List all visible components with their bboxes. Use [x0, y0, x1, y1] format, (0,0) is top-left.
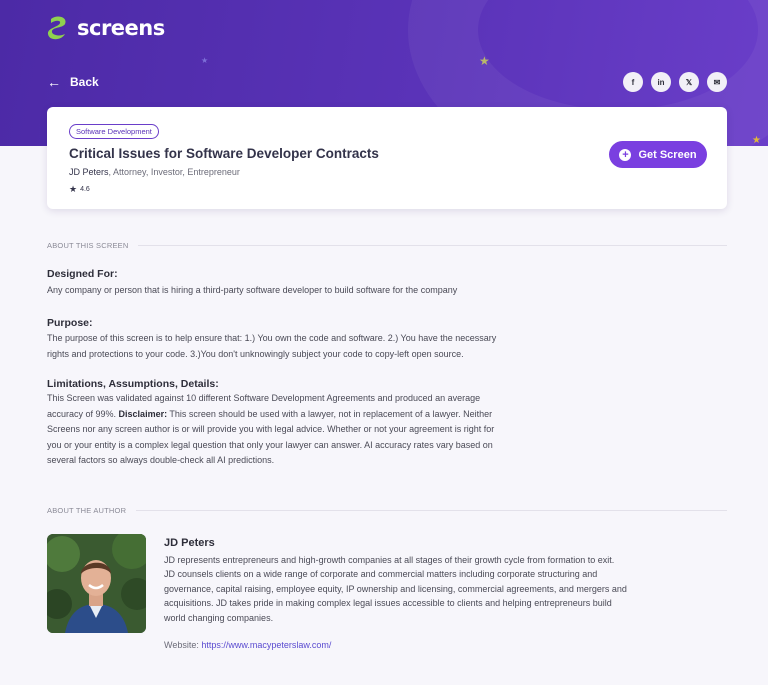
- disclaimer-label: Disclaimer:: [118, 408, 168, 419]
- star-decoration-icon: ★: [752, 135, 761, 146]
- get-screen-button[interactable]: + Get Screen: [609, 141, 707, 168]
- author-avatar: [47, 534, 146, 633]
- brand-name: screens: [77, 16, 165, 40]
- rating: ★ 4.6: [69, 184, 90, 195]
- share-buttons: f in 𝕏 ✉: [615, 72, 727, 92]
- section-label: ABOUT THE AUTHOR: [47, 506, 127, 515]
- about-author-heading: ABOUT THE AUTHOR: [47, 506, 727, 515]
- screen-author: JD Peters, Attorney, Investor, Entrepren…: [69, 167, 240, 177]
- rating-value: 4.6: [80, 186, 90, 193]
- screen-card: Software Development Critical Issues for…: [47, 107, 727, 209]
- screen-title: Critical Issues for Software Developer C…: [69, 146, 379, 161]
- website-link[interactable]: https://www.macypeterslaw.com/: [201, 640, 331, 650]
- bio-line: governance, capital raising, employee eq…: [164, 583, 627, 594]
- divider: [138, 245, 727, 246]
- limitations-heading: Limitations, Assumptions, Details:: [47, 378, 219, 390]
- limitations-line: Screens nor any screen author is or will…: [47, 424, 495, 434]
- mail-icon[interactable]: ✉: [707, 72, 727, 92]
- limitations-line: accuracy of 99%. Disclaimer: This screen…: [47, 407, 494, 423]
- designed-for-text: Any company or person that is hiring a t…: [47, 285, 458, 295]
- facebook-icon[interactable]: f: [623, 72, 643, 92]
- limitations-text: This Screen was validated against 10 dif…: [47, 391, 494, 469]
- logo-icon: [47, 15, 69, 41]
- designed-for-heading: Designed For:: [47, 268, 118, 280]
- limitations-line: several factors so always double-check a…: [47, 455, 275, 465]
- x-icon[interactable]: 𝕏: [679, 72, 699, 92]
- bio-line: acquisitions. JD takes pride in making c…: [164, 598, 612, 609]
- divider: [136, 510, 727, 511]
- purpose-line: The purpose of this screen is to help en…: [47, 333, 497, 343]
- plus-circle-icon: +: [619, 148, 632, 161]
- purpose-line: rights and protections to your code. 3.)…: [47, 348, 464, 359]
- bio-line: world changing companies.: [164, 612, 274, 623]
- limitations-line: This Screen was validated against 10 dif…: [47, 393, 481, 403]
- author-name: JD Peters: [164, 537, 215, 549]
- section-label: ABOUT THIS SCREEN: [47, 241, 129, 250]
- limitations-fragment: accuracy of 99%.: [47, 408, 119, 419]
- arrow-left-icon: ←: [47, 74, 61, 90]
- bio-line: JD represents entrepreneurs and high-gro…: [164, 555, 615, 565]
- back-link[interactable]: ← Back: [47, 74, 99, 90]
- about-screen-heading: ABOUT THIS SCREEN: [47, 241, 727, 250]
- limitations-line: you or your entity is a complex legal qu…: [47, 439, 493, 450]
- brand-logo[interactable]: screens: [47, 15, 165, 41]
- get-screen-label: Get Screen: [638, 148, 697, 161]
- linkedin-icon[interactable]: in: [651, 72, 671, 92]
- purpose-text: The purpose of this screen is to help en…: [47, 331, 496, 362]
- back-label: Back: [70, 75, 99, 89]
- star-decoration-icon: ★: [479, 54, 490, 68]
- star-icon: ★: [69, 184, 78, 194]
- author-roles: , Attorney, Investor, Entrepreneur: [108, 167, 240, 177]
- bio-line: JD counsels clients on a wide range of c…: [164, 569, 598, 580]
- star-decoration-icon: ★: [201, 56, 209, 65]
- category-tag[interactable]: Software Development: [69, 124, 159, 139]
- author-name-inline[interactable]: JD Peters: [69, 167, 109, 177]
- website-label: Website:: [164, 640, 202, 650]
- author-bio: JD represents entrepreneurs and high-gro…: [164, 553, 674, 625]
- author-website: Website: https://www.macypeterslaw.com/: [164, 640, 331, 650]
- limitations-fragment: This screen should be used with a lawyer…: [167, 408, 493, 419]
- purpose-heading: Purpose:: [47, 317, 93, 329]
